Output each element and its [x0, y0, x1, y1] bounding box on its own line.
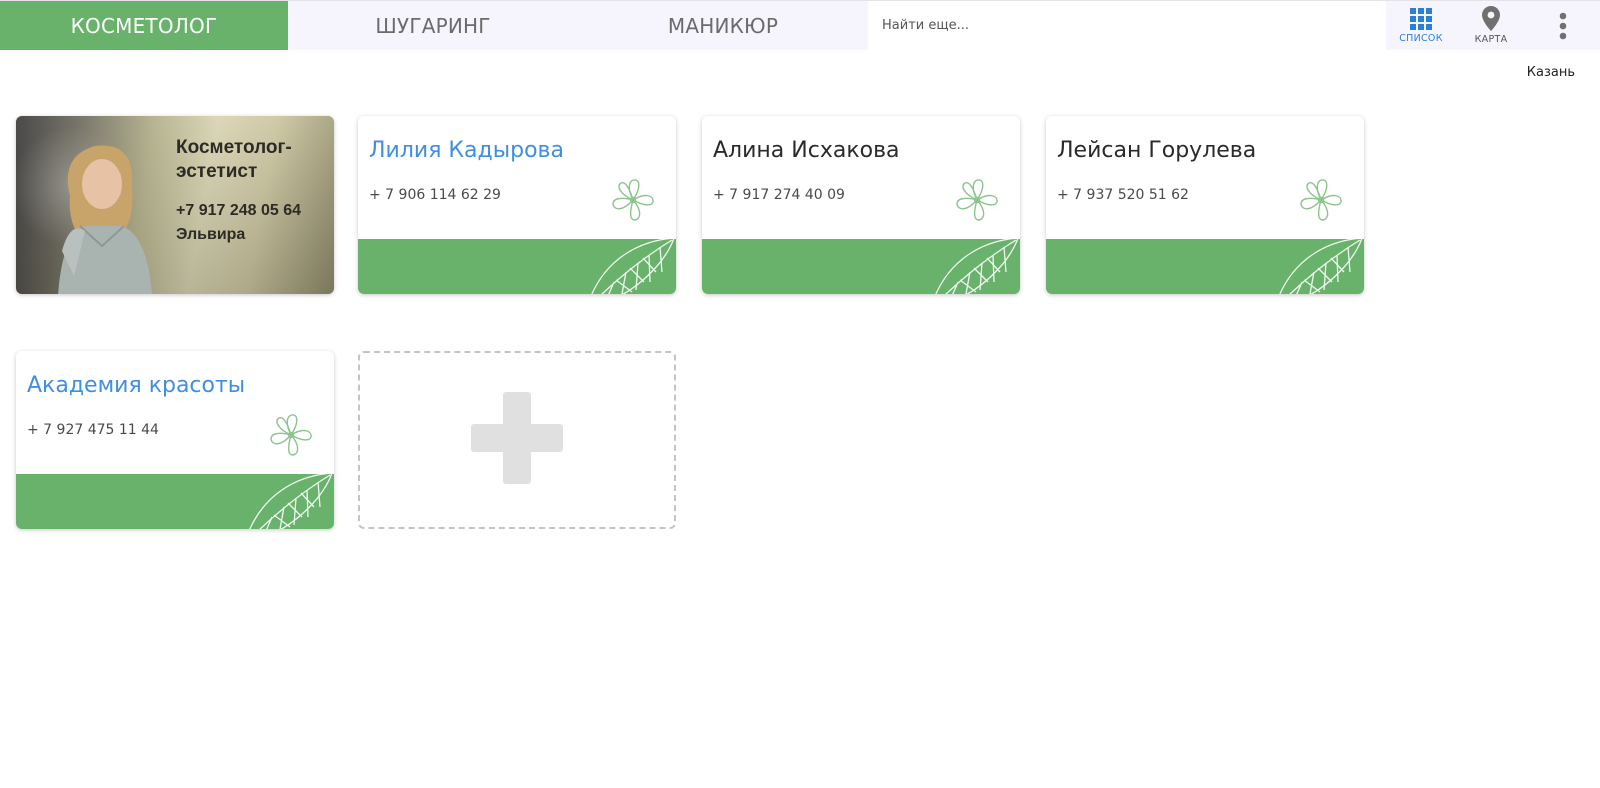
more-vertical-icon — [1559, 12, 1567, 39]
map-pin-icon — [1482, 6, 1500, 31]
map-view-label: КАРТА — [1474, 34, 1508, 45]
master-card[interactable]: Лейсан Горулева + 7 937 520 51 62 — [1046, 116, 1364, 294]
tab-sugaring-label: ШУГАРИНГ — [375, 13, 491, 38]
more-menu-button[interactable] — [1526, 1, 1600, 50]
tab-sugaring[interactable]: ШУГАРИНГ — [288, 1, 578, 50]
leaf-icon — [249, 474, 333, 529]
master-card[interactable]: Алина Исхакова + 7 917 274 40 09 — [702, 116, 1020, 294]
master-phone: + 7 917 274 40 09 — [713, 187, 845, 203]
photo-ad-card[interactable]: Косметолог-эстетист +7 917 248 05 64 Эль… — [16, 116, 334, 294]
leaf-icon — [1279, 239, 1363, 294]
card-footer-band — [1046, 239, 1364, 294]
card-footer-band — [16, 474, 334, 529]
master-name[interactable]: Академия красоты — [27, 373, 245, 398]
master-name[interactable]: Алина Исхакова — [713, 138, 900, 163]
master-phone: + 7 927 475 11 44 — [27, 422, 159, 438]
top-nav-bar: КОСМЕТОЛОГ ШУГАРИНГ МАНИКЮР СПИСОК КАРТА — [0, 0, 1600, 50]
flower-icon — [1300, 179, 1342, 221]
list-view-button[interactable]: СПИСОК — [1386, 1, 1456, 50]
search-input[interactable] — [868, 1, 1386, 50]
card-footer-band — [358, 239, 676, 294]
master-phone: + 7 937 520 51 62 — [1057, 187, 1189, 203]
master-name[interactable]: Лилия Кадырова — [369, 138, 564, 163]
map-view-button[interactable]: КАРТА — [1456, 1, 1526, 50]
master-name[interactable]: Лейсан Горулева — [1057, 138, 1256, 163]
photo-card-name: Эльвира — [176, 226, 246, 243]
add-card-button[interactable] — [358, 351, 676, 529]
list-view-label: СПИСОК — [1399, 32, 1443, 44]
card-footer-band — [702, 239, 1020, 294]
person-photo — [58, 145, 152, 294]
tab-manicure[interactable]: МАНИКЮР — [578, 1, 868, 50]
grid-icon — [1410, 7, 1432, 30]
flower-icon — [612, 179, 654, 221]
master-phone: + 7 906 114 62 29 — [369, 187, 501, 203]
photo-card-title: Косметолог-эстетист — [176, 137, 292, 182]
tab-manicure-label: МАНИКЮР — [667, 13, 779, 38]
city-selector[interactable]: Казань — [1527, 65, 1575, 80]
tab-cosmetologist-label: КОСМЕТОЛОГ — [70, 13, 218, 38]
flower-icon — [270, 414, 312, 456]
master-card[interactable]: Академия красоты + 7 927 475 11 44 — [16, 351, 334, 529]
leaf-icon — [591, 239, 675, 294]
flower-icon — [956, 179, 998, 221]
tab-cosmetologist[interactable]: КОСМЕТОЛОГ — [0, 1, 288, 50]
leaf-icon — [935, 239, 1019, 294]
photo-card-phone: +7 917 248 05 64 — [176, 202, 302, 219]
plus-icon-horizontal — [471, 424, 563, 452]
master-card[interactable]: Лилия Кадырова + 7 906 114 62 29 — [358, 116, 676, 294]
